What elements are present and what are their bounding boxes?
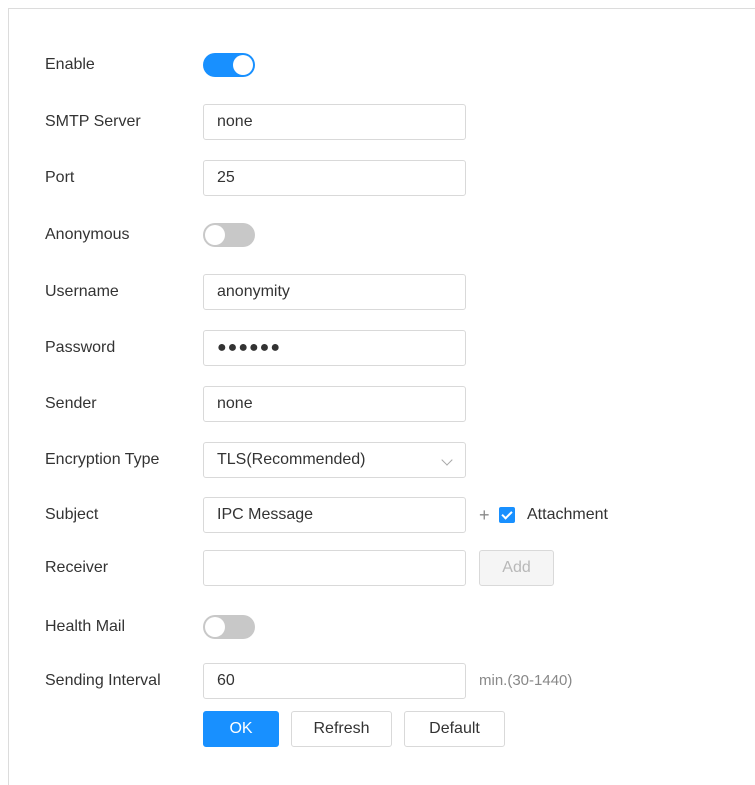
subject-label: Subject: [45, 506, 99, 523]
port-label: Port: [45, 169, 75, 186]
username-label: Username: [45, 283, 119, 300]
port-input[interactable]: 25: [203, 160, 466, 196]
refresh-button[interactable]: Refresh: [291, 711, 392, 747]
anonymous-label: Anonymous: [45, 226, 130, 243]
add-receiver-button[interactable]: Add: [479, 550, 554, 586]
password-label: Password: [45, 339, 116, 356]
sending-interval-hint: min.(30-1440): [479, 672, 573, 689]
chevron-down-icon: [441, 454, 453, 466]
enable-toggle[interactable]: [203, 53, 255, 77]
sending-interval-row: Sending Interval 60 min.(30-1440): [0, 663, 755, 699]
encryption-row: Encryption Type TLS(Recommended): [0, 442, 755, 478]
port-row: Port 25: [0, 160, 755, 196]
subject-row: Subject IPC Message + Attachment: [0, 497, 755, 533]
username-row: Username anonymity: [0, 274, 755, 310]
smtp-server-row: SMTP Server none: [0, 104, 755, 140]
action-row: OK Refresh Default: [0, 711, 755, 747]
password-input[interactable]: ●●●●●●: [203, 330, 466, 366]
toggle-knob: [205, 225, 225, 245]
attachment-label: Attachment: [527, 506, 608, 523]
health-mail-toggle[interactable]: [203, 615, 255, 639]
enable-row: Enable: [0, 47, 755, 83]
toggle-knob: [205, 617, 225, 637]
toggle-knob: [233, 55, 253, 75]
default-button[interactable]: Default: [404, 711, 505, 747]
health-mail-row: Health Mail: [0, 609, 755, 645]
encryption-type-select[interactable]: TLS(Recommended): [203, 442, 466, 478]
encryption-type-value: TLS(Recommended): [217, 451, 366, 468]
sending-interval-input[interactable]: 60: [203, 663, 466, 699]
sender-label: Sender: [45, 395, 97, 412]
sender-row: Sender none: [0, 386, 755, 422]
subject-input[interactable]: IPC Message: [203, 497, 466, 533]
smtp-server-input[interactable]: none: [203, 104, 466, 140]
attachment-checkbox[interactable]: [499, 507, 515, 523]
enable-label: Enable: [45, 56, 95, 73]
sending-interval-label: Sending Interval: [45, 672, 161, 689]
username-input[interactable]: anonymity: [203, 274, 466, 310]
health-mail-label: Health Mail: [45, 618, 126, 635]
receiver-label: Receiver: [45, 559, 109, 576]
encryption-type-label: Encryption Type: [45, 451, 160, 468]
sender-input[interactable]: none: [203, 386, 466, 422]
password-row: Password ●●●●●●: [0, 330, 755, 366]
receiver-row: Receiver Add: [0, 550, 755, 586]
anonymous-row: Anonymous: [0, 217, 755, 253]
ok-button[interactable]: OK: [203, 711, 279, 747]
receiver-input[interactable]: [203, 550, 466, 586]
plus-icon[interactable]: +: [479, 497, 490, 533]
smtp-server-label: SMTP Server: [45, 113, 141, 130]
anonymous-toggle[interactable]: [203, 223, 255, 247]
